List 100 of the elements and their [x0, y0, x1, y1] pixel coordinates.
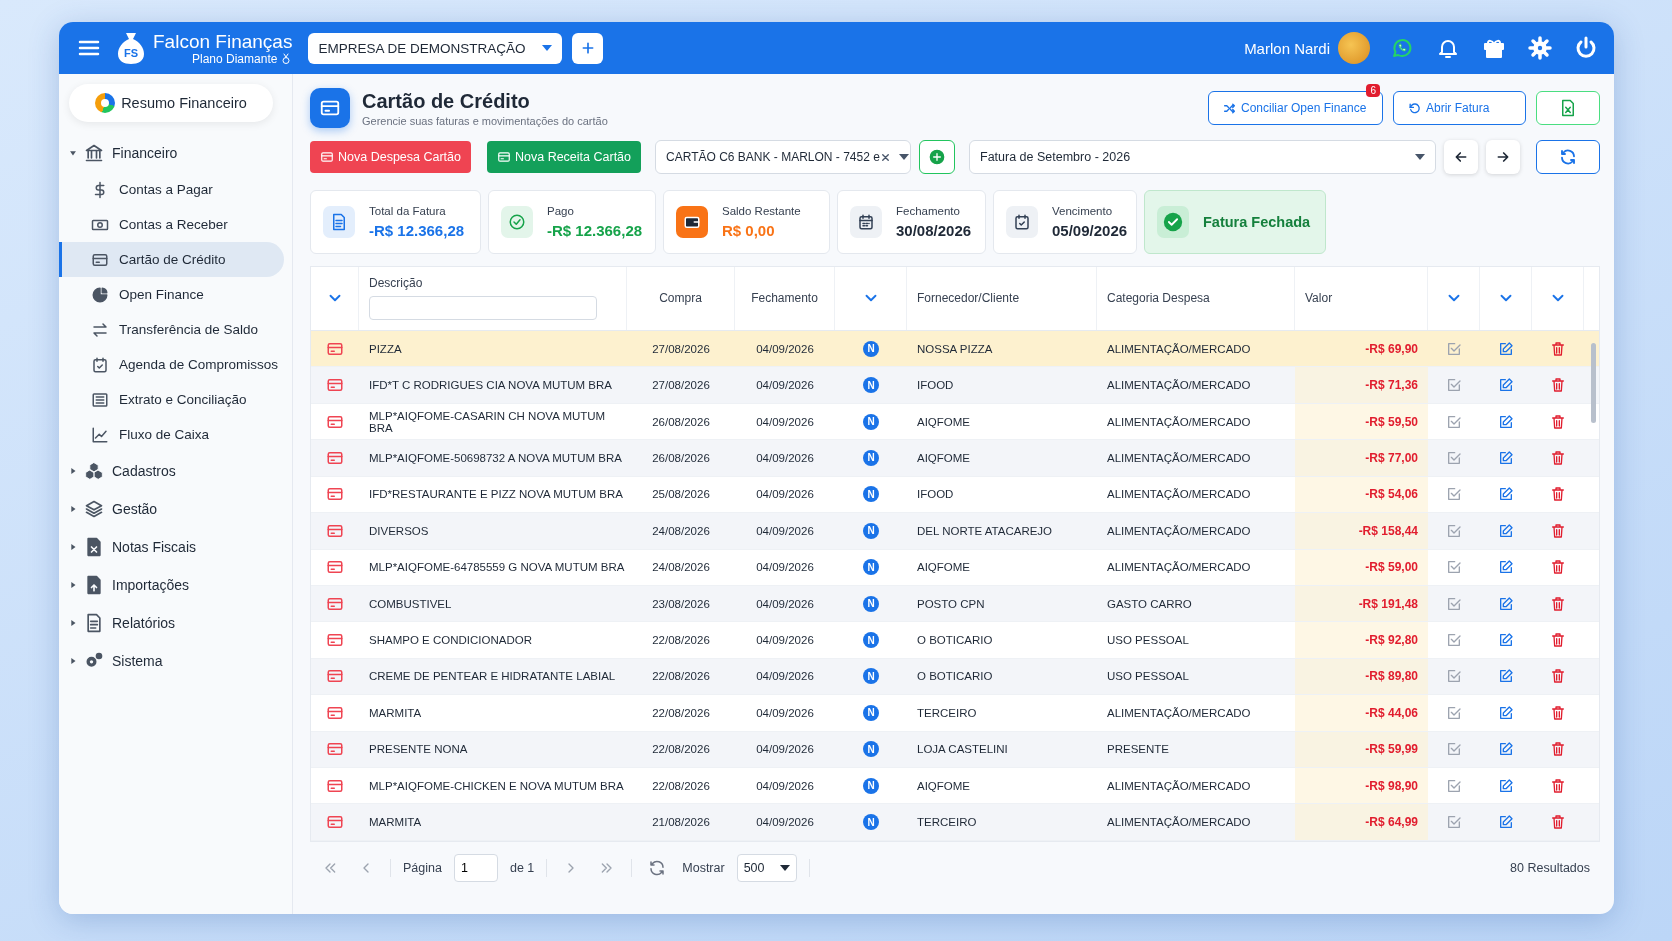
trash-icon: [1550, 741, 1566, 758]
refresh-button[interactable]: [1536, 140, 1600, 174]
table-cell-text: ALIMENTAÇÃO/MERCADO: [1106, 488, 1252, 501]
card-select[interactable]: CARTÃO C6 BANK - MARLON - 7452 e: [655, 140, 911, 174]
table-row[interactable]: PRESENTE NONA 22/08/2026 04/09/2026 N LOJA CASTELINI PRESENTE -R$ 59,99: [311, 731, 1599, 769]
table-row[interactable]: MLP*AIQFOME-64785559 G NOVA MUTUM BRA 24/08/2026 04/09/2026 N AIQFOME ALIMENTAÇÃO/MERCADO -R$ 59,00: [311, 549, 1599, 586]
card-value: -R$ 12.366,28: [547, 222, 643, 239]
document-icon: [330, 213, 348, 231]
page-size-select[interactable]: 500: [736, 854, 797, 882]
menu-group[interactable]: Financeiro: [59, 134, 292, 172]
amount-cell: -R$ 98,90: [1295, 768, 1428, 804]
table-row[interactable]: IFD*T C RODRIGUES CIA NOVA MUTUM BRA 27/08/2026 04/09/2026 N IFOOD ALIMENTAÇÃO/MERCADO -R$ 71,36: [311, 367, 1599, 404]
avatar[interactable]: [1338, 32, 1370, 64]
menu-item[interactable]: Contas a Receber: [59, 207, 284, 242]
menu-item[interactable]: Cartão de Crédito: [59, 242, 284, 277]
amount-cell: -R$ 59,00: [1295, 549, 1428, 585]
arrow-right-icon: [1495, 149, 1511, 165]
menu-group[interactable]: Gestão: [59, 490, 292, 528]
add-company-button[interactable]: [572, 32, 604, 64]
brand-name: Falcon Finanças: [153, 31, 293, 51]
menu-item[interactable]: Agenda de Compromissos: [59, 347, 284, 382]
menu-item[interactable]: Contas a Pagar: [59, 172, 284, 207]
list-icon: [91, 390, 109, 409]
table-row[interactable]: MARMITA 21/08/2026 04/09/2026 N TERCEIRO ALIMENTAÇÃO/MERCADO -R$ 64,99: [311, 804, 1599, 841]
invoice-select[interactable]: Fatura de Setembro - 2026: [969, 140, 1436, 174]
menu-group[interactable]: Notas Fiscais: [59, 528, 292, 566]
user-name: Marlon Nardi: [1244, 39, 1330, 57]
table-row[interactable]: DIVERSOS 24/08/2026 04/09/2026 N DEL NORTE ATACAREJO ALIMENTAÇÃO/MERCADO -R$ 158,44: [311, 513, 1599, 550]
table-row[interactable]: MLP*AIQFOME-50698732 A NOVA MUTUM BRA 26/08/2026 04/09/2026 N AIQFOME ALIMENTAÇÃO/MERCADO -R$ 77,00: [311, 440, 1599, 477]
column-header: Descrição: [369, 276, 423, 291]
table-row[interactable]: PIZZA 27/08/2026 04/09/2026 N NOSSA PIZZA ALIMENTAÇÃO/MERCADO -R$ 69,90: [311, 331, 1599, 368]
table-cell-text: DIVERSOS: [368, 524, 430, 537]
card-label: Total da Fatura: [369, 205, 447, 217]
medal-icon: [280, 52, 293, 65]
table-cell-text: ALIMENTAÇÃO/MERCADO: [1106, 415, 1252, 428]
spreadsheet-icon: [1559, 99, 1577, 117]
menu-group[interactable]: Sistema: [59, 642, 292, 680]
table-row[interactable]: MARMITA 22/08/2026 04/09/2026 N TERCEIRO ALIMENTAÇÃO/MERCADO -R$ 44,06: [311, 695, 1599, 732]
table-cell: 27/08/2026: [652, 342, 710, 355]
add-card-button[interactable]: [919, 140, 955, 174]
checkbox-icon: [1446, 413, 1462, 430]
check-circle-icon: [1162, 211, 1184, 233]
menu-group[interactable]: Importações: [59, 566, 292, 604]
table-cell-text: ALIMENTAÇÃO/MERCADO: [1106, 561, 1252, 574]
table-cell: 22/08/2026: [652, 779, 710, 792]
menu-group[interactable]: Relatórios: [59, 604, 292, 642]
table-cell-text: AIQFOME: [916, 779, 972, 792]
page-subtitle: Gerencie suas faturas e movimentações do cartão: [362, 114, 608, 127]
next-button[interactable]: [1486, 140, 1520, 174]
reopen-invoice-button[interactable]: Abrir Fatura: [1393, 91, 1526, 125]
table-cell-text: ALIMENTAÇÃO/MERCADO: [1106, 706, 1252, 719]
menu-item[interactable]: Extrato e Conciliação: [59, 382, 284, 417]
edit-icon: [1498, 559, 1514, 576]
refresh-icon: [1559, 148, 1577, 166]
table-cell-text: COMBUSTIVEL: [368, 597, 453, 610]
pie-chart-icon: [91, 285, 109, 304]
card-value: R$ 0,00: [722, 222, 776, 239]
status-label: Fatura Fechada: [1203, 214, 1311, 230]
page-field[interactable]: 1: [453, 854, 498, 882]
table-cell: 27/08/2026: [652, 379, 710, 392]
cubes-icon: [84, 461, 104, 481]
amount-cell: -R$ 59,99: [1295, 731, 1428, 768]
menu-item[interactable]: Fluxo de Caixa: [59, 417, 284, 452]
document-upload-icon: [84, 575, 104, 595]
summary-button[interactable]: Resumo Financeiro: [69, 84, 273, 122]
table-cell: 04/09/2026: [756, 816, 814, 829]
table-cell-text: USO PESSOAL: [1106, 634, 1190, 647]
previous-button[interactable]: [1444, 140, 1478, 174]
filter-field[interactable]: [369, 296, 597, 321]
checkbox-icon: [1446, 814, 1462, 831]
edit-icon: [1498, 413, 1514, 430]
trash-icon: [1550, 777, 1566, 794]
table-cell-text: USO PESSOAL: [1106, 670, 1190, 683]
money-bag-logo: FS: [117, 31, 145, 65]
company-select[interactable]: EMPRESA DE DEMONSTRAÇÃO: [308, 32, 563, 64]
menu-item[interactable]: Transferência de Saldo: [59, 312, 284, 347]
table-cell-text: MLP*AIQFOME-CASARIN CH NOVA MUTUM BRA: [368, 409, 607, 434]
export-spreadsheet-button[interactable]: [1536, 91, 1600, 125]
table-row[interactable]: CREME DE PENTEAR E HIDRATANTE LABIAL 22/08/2026 04/09/2026 N O BOTICARIO USO PESSOAL -R$ 89,80: [311, 658, 1599, 696]
undo-icon: [1408, 101, 1421, 115]
table-row[interactable]: COMBUSTIVEL 23/08/2026 04/09/2026 N POSTO CPN GASTO CARRO -R$ 191,48: [311, 585, 1599, 623]
menu-item[interactable]: Open Finance: [59, 277, 284, 312]
trash-icon: [1550, 522, 1566, 539]
trash-icon: [1550, 413, 1566, 430]
trash-icon: [1550, 377, 1566, 394]
menu-group[interactable]: Cadastros: [59, 452, 292, 490]
table-row[interactable]: SHAMPO E CONDICIONADOR 22/08/2026 04/09/2026 N O BOTICARIO USO PESSOAL -R$ 92,80: [311, 622, 1599, 659]
edit-icon: [1498, 595, 1514, 612]
table-cell: 04/09/2026: [756, 743, 814, 756]
plus-circle-icon: [929, 149, 945, 165]
checkbox-icon: [1446, 595, 1462, 612]
new-expense-button[interactable]: Nova Despesa Cartão: [310, 141, 471, 173]
checkbox-icon: [1446, 340, 1462, 357]
card-value: 05/09/2026: [1052, 222, 1128, 239]
status-badge: N: [863, 777, 879, 794]
table-cell-text: O BOTICARIO: [916, 634, 994, 647]
amount-cell: -R$ 92,80: [1295, 622, 1428, 658]
checkbox-icon: [1446, 741, 1462, 758]
show-label: Mostrar: [682, 861, 725, 875]
trash-icon: [1550, 595, 1566, 612]
